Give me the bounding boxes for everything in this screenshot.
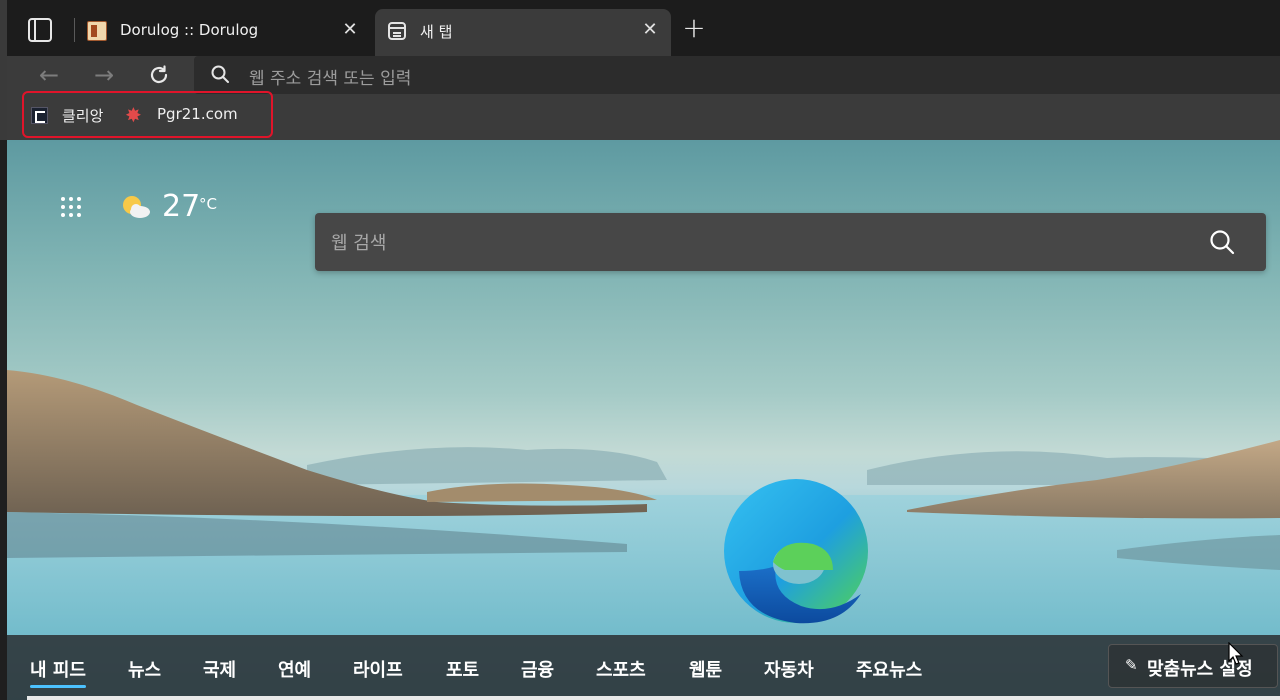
- toolbar: ← → 웹 주소 검색 또는 입력: [0, 56, 1280, 94]
- weather-temperature[interactable]: 27: [162, 189, 200, 224]
- feed-tab-finance[interactable]: 금융: [521, 656, 554, 682]
- tab-title: Dorulog :: Dorulog: [120, 21, 259, 39]
- search-icon: [211, 65, 229, 83]
- browser-window: Dorulog :: Dorulog ✕ 새 탭 ✕ + ← → 웹 주소 검색…: [0, 0, 1280, 700]
- refresh-icon[interactable]: [144, 60, 174, 90]
- web-search-box[interactable]: 웹 검색: [315, 213, 1266, 271]
- tab-actions-icon[interactable]: [28, 18, 52, 42]
- feed-tab-sports[interactable]: 스포츠: [596, 656, 646, 682]
- feed-tab-news[interactable]: 뉴스: [128, 656, 161, 682]
- feed-tab-life[interactable]: 라이프: [353, 656, 403, 682]
- pencil-icon: ✎: [1125, 656, 1138, 674]
- plus-icon[interactable]: +: [681, 14, 707, 42]
- feed-tab-photo[interactable]: 포토: [446, 656, 479, 682]
- web-search-placeholder: 웹 검색: [331, 233, 387, 254]
- feed-tab-top-news[interactable]: 주요뉴스: [856, 656, 922, 682]
- tab-new-tab[interactable]: 새 탭 ✕: [375, 9, 671, 56]
- favorite-clien[interactable]: 클리앙: [28, 104, 118, 128]
- feed-tab-my-feed[interactable]: 내 피드: [30, 656, 86, 688]
- arrow-right-icon[interactable]: →: [89, 60, 119, 90]
- feed-navigation: 내 피드 뉴스 국제 연예 라이프 포토 금융 스포츠 웹툰 자동차 주요뉴스 …: [7, 635, 1280, 700]
- feed-card-edge: [27, 696, 1280, 700]
- favorite-label: 클리앙: [62, 107, 104, 125]
- arrow-left-icon[interactable]: ←: [34, 60, 64, 90]
- address-placeholder: 웹 주소 검색 또는 입력: [249, 69, 412, 89]
- close-icon[interactable]: ✕: [639, 19, 661, 41]
- clien-favicon-icon: [31, 107, 48, 124]
- feed-tab-world[interactable]: 국제: [203, 656, 236, 682]
- mouse-cursor-icon: [1228, 642, 1244, 665]
- address-bar[interactable]: 웹 주소 검색 또는 입력: [194, 56, 1280, 94]
- favorite-pgr21[interactable]: ✸ Pgr21.com: [121, 104, 241, 128]
- feed-tab-auto[interactable]: 자동차: [764, 656, 814, 682]
- personalize-button[interactable]: ✎ 맞춤뉴스 설정: [1108, 644, 1278, 688]
- apps-grid-icon[interactable]: [61, 197, 83, 219]
- pgr21-favicon-icon: ✸: [125, 103, 142, 127]
- dorulog-favicon-icon: [87, 21, 107, 41]
- close-icon[interactable]: ✕: [339, 19, 361, 41]
- favorite-label: Pgr21.com: [157, 105, 238, 123]
- search-icon[interactable]: [1208, 228, 1236, 256]
- feed-tab-entertainment[interactable]: 연예: [278, 656, 311, 682]
- new-tab-icon: [388, 22, 406, 40]
- favorites-bar: 클리앙 ✸ Pgr21.com: [0, 91, 1280, 140]
- tab-strip: Dorulog :: Dorulog ✕ 새 탭 ✕ +: [0, 0, 1280, 56]
- feed-tab-webtoon[interactable]: 웹툰: [689, 656, 722, 682]
- partly-cloudy-sun-icon[interactable]: [121, 194, 151, 220]
- tab-dorulog[interactable]: Dorulog :: Dorulog ✕: [75, 9, 371, 56]
- tab-title: 새 탭: [420, 23, 453, 41]
- microsoft-edge-logo: [724, 479, 868, 624]
- new-tab-page: 27 °C 웹 검색: [7, 140, 1280, 700]
- weather-unit: °C: [199, 195, 217, 213]
